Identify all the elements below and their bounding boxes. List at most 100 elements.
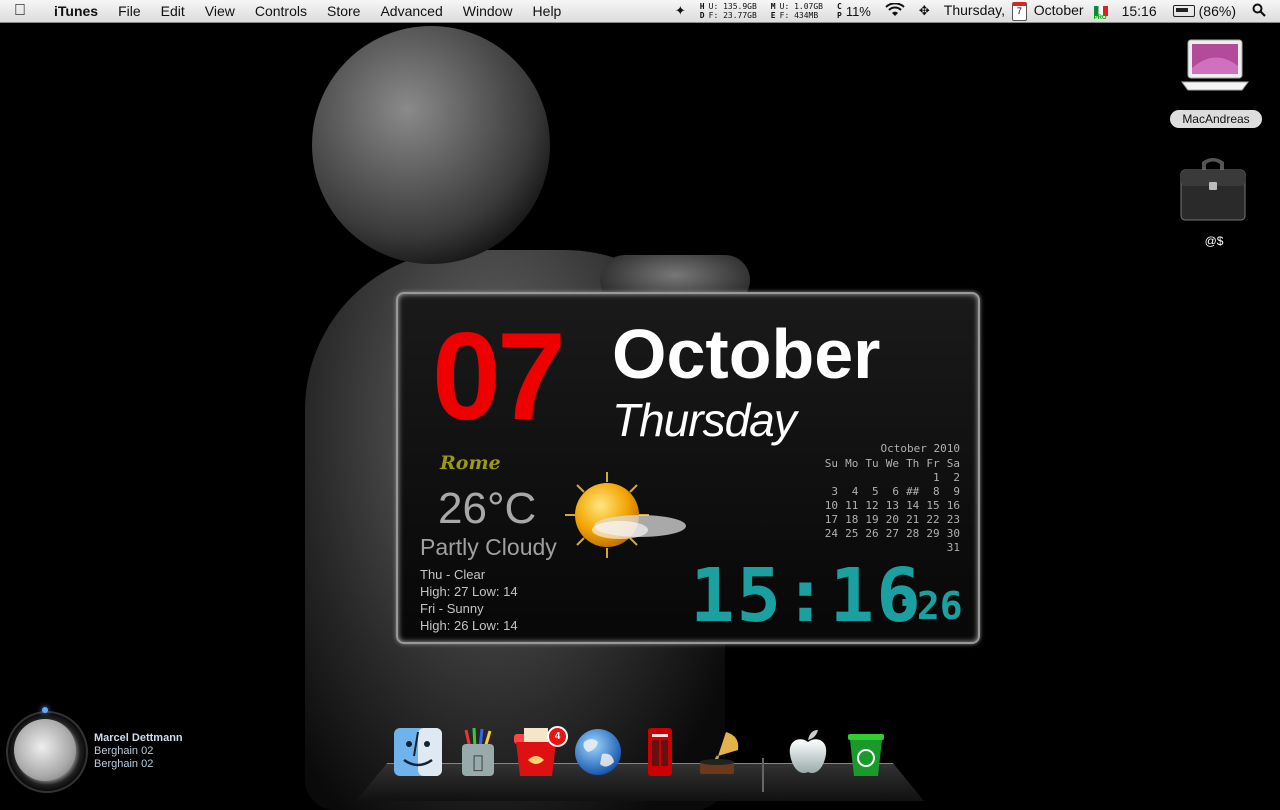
apple-menu-icon[interactable]:  (14, 2, 40, 20)
day-number: 07 (432, 308, 566, 446)
calendar-weekday-header: Tu (865, 457, 879, 470)
calendar-day: 11 (845, 499, 859, 512)
forecast-fri: Fri - Sunny (420, 601, 484, 616)
calendar-day: 24 (824, 527, 838, 540)
forecast-thu: Thu - Clear (420, 567, 486, 582)
italian-flag-icon[interactable] (1093, 6, 1108, 21)
menu-help[interactable]: Help (533, 3, 562, 19)
calendar-day: 19 (865, 513, 879, 526)
battery-percent[interactable]: (86%) (1199, 3, 1236, 19)
clock-seconds: :26 (894, 584, 963, 628)
calendar-weekday-header: Sa (946, 457, 960, 470)
now-playing-album: Berghain 02 (94, 745, 154, 757)
forecast-thu-hilo: High: 27 Low: 14 (420, 584, 518, 599)
calendar-day: 13 (885, 499, 899, 512)
calendar-day: 31 (946, 541, 960, 554)
weather-condition: Partly Cloudy (420, 534, 557, 560)
menubar-date[interactable]: Thursday, 7 October (944, 1, 1084, 21)
month-name: October (612, 315, 881, 393)
disk-monitor[interactable]: HD U: 135.9GB F: 23.77GB (700, 2, 757, 20)
menu-window[interactable]: Window (463, 3, 513, 19)
calendar-day: 6 (892, 485, 899, 498)
globe-icon (575, 729, 621, 775)
clock-hours-minutes: 15:16 (690, 553, 923, 639)
calendar-day (838, 471, 858, 485)
menu-app-name[interactable]: iTunes (54, 3, 98, 19)
disk-used: U: 135.9GB (708, 2, 757, 11)
dock-divider (762, 758, 764, 792)
calendar-weekday-header: Mo (845, 457, 859, 470)
apple-icon (789, 730, 827, 774)
calendar-week-row: 10 11 12 13 14 15 16 (818, 499, 960, 513)
dock-globe[interactable] (572, 726, 624, 778)
battery-icon[interactable] (1172, 5, 1195, 17)
calendar-day: 15 (926, 499, 940, 512)
forecast-fri-hilo: High: 26 Low: 14 (420, 618, 518, 633)
calendar-day: 20 (885, 513, 899, 526)
partly-cloudy-icon (565, 472, 686, 558)
memory-used: U: 1.07GB (779, 2, 823, 11)
menu-advanced[interactable]: Advanced (380, 3, 442, 19)
now-playing-track: Berghain 02 (94, 758, 154, 770)
calendar-day: 23 (946, 513, 960, 526)
memory-monitor[interactable]: ME U: 1.07GB F: 434MB (771, 2, 823, 20)
move-arrows-icon[interactable]: ✥ (919, 3, 930, 19)
calendar-day: 8 (933, 485, 940, 498)
menu-file[interactable]: File (118, 3, 141, 19)
calendar-day: 14 (906, 499, 920, 512)
spotlight-search-icon[interactable] (1252, 3, 1266, 20)
calendar-day: 30 (946, 527, 960, 540)
calendar-day: 9 (953, 485, 960, 498)
dock-trash[interactable] (840, 726, 892, 778)
cpu-monitor[interactable]: CP 11% (837, 2, 871, 20)
mail-badge: 4 (547, 726, 568, 747)
menubar-time[interactable]: 15:16 (1122, 3, 1157, 19)
trash-icon (848, 734, 884, 776)
weather-city: Rome (440, 452, 501, 474)
now-playing-indicator (42, 707, 48, 713)
weekday-name: Thursday (612, 394, 797, 446)
wifi-icon[interactable] (885, 1, 905, 20)
calendar-day: 22 (926, 513, 940, 526)
laptop-drive-label[interactable]: MacAndreas (1170, 110, 1262, 128)
calendar-day (899, 471, 919, 485)
dock-gramophone[interactable] (692, 726, 744, 778)
calendar-weekday-header: We (885, 457, 899, 470)
memory-free: F: 434MB (779, 11, 819, 20)
dock-apple[interactable] (782, 726, 834, 778)
dock-finder[interactable] (392, 726, 444, 778)
pencil-cup-icon:  (462, 727, 494, 776)
calendar-body: 1 2 3 4 5 6 ## 8 9 10 11 12 13 14 15 16 17 18 19 20 21 22 23 24… (818, 471, 960, 555)
calendar-day: 25 (845, 527, 859, 540)
calendar-day: 12 (865, 499, 879, 512)
calendar-day: 10 (824, 499, 838, 512)
calendar-day: 27 (885, 527, 899, 540)
menu-store[interactable]: Store (327, 3, 360, 19)
dock-phone-booth[interactable] (634, 726, 686, 778)
butterfly-icon[interactable]: ✦ (675, 3, 686, 19)
briefcase-label[interactable]: @$ (1184, 234, 1244, 248)
menu-edit[interactable]: Edit (161, 3, 185, 19)
calendar-day: 26 (865, 527, 879, 540)
calendar-day: 16 (946, 499, 960, 512)
menu-controls[interactable]: Controls (255, 3, 307, 19)
calendar-day: 17 (824, 513, 838, 526)
calendar-day: 21 (906, 513, 920, 526)
album-art[interactable] (14, 719, 76, 781)
menu-view[interactable]: View (205, 3, 235, 19)
menu-bar:  iTunes File Edit View Controls Store A… (0, 0, 1280, 23)
calendar-icon: 7 (1011, 1, 1027, 21)
calendar-day: 2 (953, 471, 960, 484)
calendar-header-row: Su Mo Tu We Th Fr Sa (818, 457, 960, 471)
dock-pencil-cup[interactable]:  (452, 726, 504, 778)
calendar-day: 5 (872, 485, 879, 498)
weather-temperature: 26°C (438, 484, 537, 533)
calendar-day: 18 (845, 513, 859, 526)
calendar-day: 3 (831, 485, 838, 498)
calendar-day: ## (906, 485, 920, 498)
calendar-day: 1 (933, 471, 940, 484)
laptop-drive-icon[interactable] (1180, 38, 1250, 98)
calendar-weekday-header: Fr (926, 457, 940, 470)
calendar-day: 4 (851, 485, 859, 498)
briefcase-icon[interactable] (1178, 154, 1248, 224)
